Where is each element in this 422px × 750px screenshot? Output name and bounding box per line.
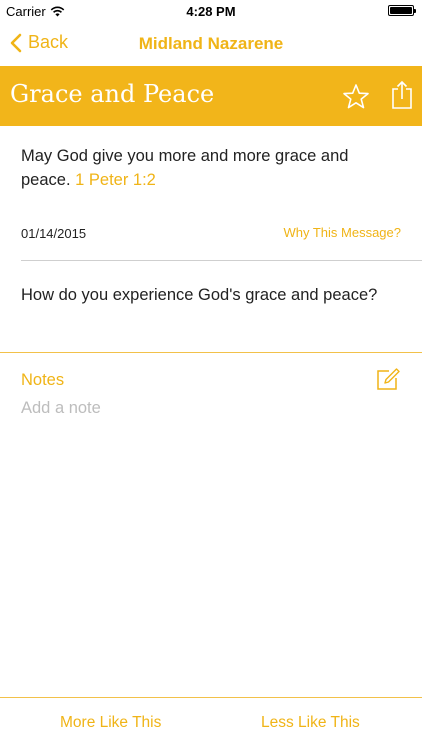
divider xyxy=(0,697,422,698)
why-this-message-link[interactable]: Why This Message? xyxy=(283,225,401,240)
app-screen: Carrier 4:28 PM Back Midland Nazarene Gr… xyxy=(0,0,422,750)
edit-icon[interactable] xyxy=(376,368,400,390)
battery-fill xyxy=(390,7,412,14)
reflection-question: How do you experience God's grace and pe… xyxy=(21,286,378,304)
navigation-bar: Back Midland Nazarene xyxy=(0,22,422,66)
message-date: 01/14/2015 xyxy=(21,226,87,241)
notes-label: Notes xyxy=(21,371,65,389)
share-icon[interactable] xyxy=(391,80,413,110)
nav-title: Midland Nazarene xyxy=(138,34,284,53)
scripture-reference-link[interactable]: 1 Peter 1:2 xyxy=(75,171,156,189)
message-title: Grace and Peace xyxy=(10,80,215,108)
divider xyxy=(0,352,422,353)
status-bar: Carrier 4:28 PM xyxy=(0,0,422,22)
divider xyxy=(21,260,422,261)
battery-icon xyxy=(388,5,416,16)
star-outline-icon[interactable] xyxy=(342,83,370,110)
less-like-this-button[interactable]: Less Like This xyxy=(261,714,360,732)
message-text: May God give you more and more grace and… xyxy=(21,147,349,189)
note-input[interactable] xyxy=(21,399,401,418)
message-banner: Grace and Peace xyxy=(0,66,422,126)
message-body: May God give you more and more grace and… xyxy=(21,144,391,192)
status-time: 4:28 PM xyxy=(186,4,236,19)
more-like-this-button[interactable]: More Like This xyxy=(60,714,161,732)
